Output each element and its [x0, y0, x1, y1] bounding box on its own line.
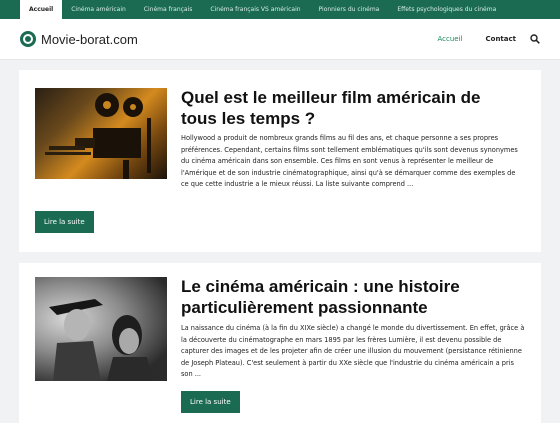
site-logo[interactable]: Movie-borat.com	[20, 31, 138, 47]
post-excerpt: La naissance du cinéma (à la fin du XIXe…	[181, 324, 525, 378]
topnav-item-effets-psychologiques[interactable]: Effets psychologiques du cinéma	[388, 0, 505, 19]
topnav-item-cinema-francais[interactable]: Cinéma français	[135, 0, 202, 19]
main-navigation: Accueil Contact	[415, 34, 541, 44]
top-navigation: Accueil Cinéma américain Cinéma français…	[0, 0, 560, 19]
post-card: Le cinéma américain : une histoire parti…	[19, 263, 541, 423]
post-card: Quel est le meilleur film américain de t…	[19, 70, 541, 252]
topnav-item-cinema-americain[interactable]: Cinéma américain	[62, 0, 135, 19]
read-more-button[interactable]: Lire la suite	[181, 391, 240, 413]
nav-link-contact[interactable]: Contact	[486, 35, 517, 43]
site-name: Movie-borat.com	[41, 31, 138, 47]
read-more-button[interactable]: Lire la suite	[35, 211, 94, 233]
classic-film-still-image[interactable]	[35, 277, 167, 381]
topnav-item-accueil[interactable]: Accueil	[20, 0, 63, 19]
post-excerpt: Hollywood a produit de nombreux grands f…	[181, 134, 518, 188]
post-title[interactable]: Quel est le meilleur film américain de t…	[181, 87, 521, 129]
site-header: Movie-borat.com Accueil Contact	[0, 19, 560, 60]
topnav-item-pionniers[interactable]: Pionniers du cinéma	[310, 0, 389, 19]
nav-link-accueil[interactable]: Accueil	[438, 35, 463, 43]
post-title[interactable]: Le cinéma américain : une histoire parti…	[181, 276, 521, 318]
film-projector-image[interactable]	[35, 88, 167, 179]
film-reel-icon	[20, 31, 36, 47]
search-icon[interactable]	[530, 34, 540, 44]
topnav-item-francais-vs-americain[interactable]: Cinéma français VS américain	[201, 0, 309, 19]
